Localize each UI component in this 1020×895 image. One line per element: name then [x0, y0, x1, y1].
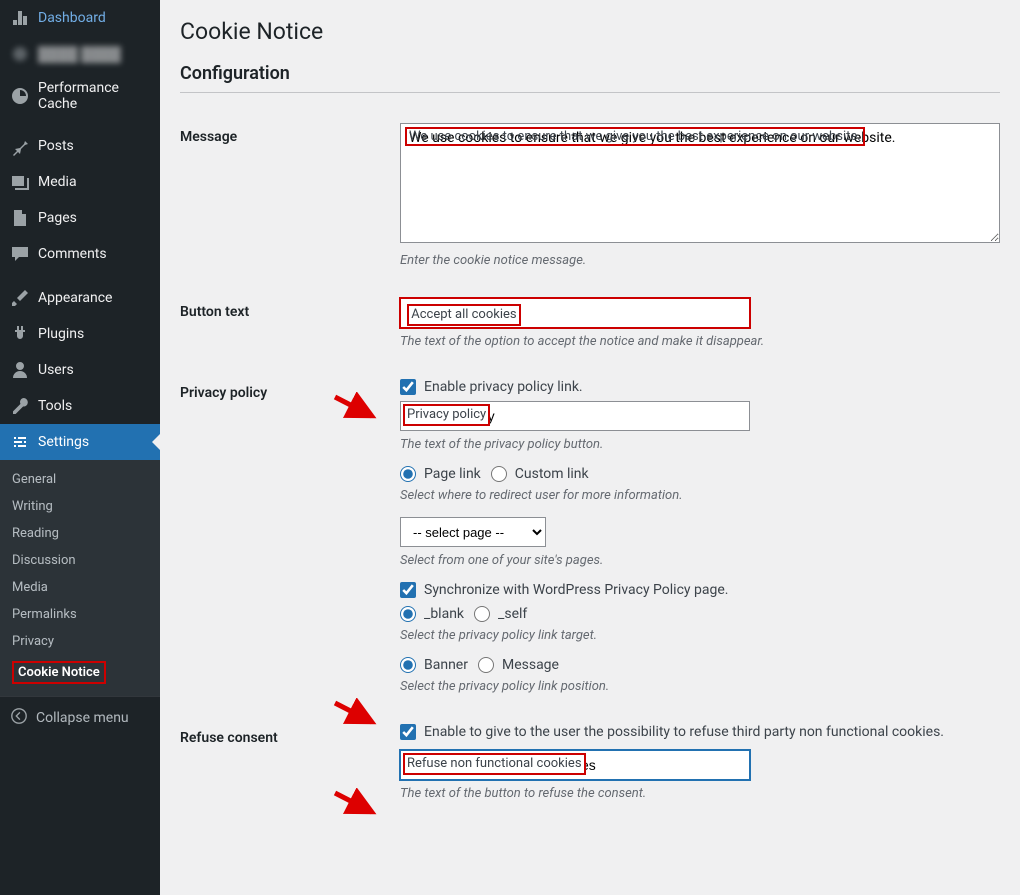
sidebar-item-tools[interactable]: Tools: [0, 388, 160, 424]
admin-sidebar: Dashboard ████ ████ Performance Cache Po…: [0, 0, 160, 895]
brush-icon: [10, 288, 30, 308]
dashboard-icon: [10, 8, 30, 28]
sidebar-item-users[interactable]: Users: [0, 352, 160, 388]
submenu-cookie-notice[interactable]: Cookie Notice: [0, 655, 160, 690]
label-message: Message: [180, 123, 400, 282]
privacy-sync-label: Synchronize with WordPress Privacy Polic…: [424, 582, 728, 598]
sidebar-item-settings[interactable]: Settings: [0, 424, 160, 460]
sidebar-label: Tools: [38, 398, 72, 414]
settings-icon: [10, 432, 30, 452]
label-button-text: Button text: [180, 298, 400, 363]
sidebar-item-appearance[interactable]: Appearance: [0, 280, 160, 316]
privacy-page-select[interactable]: -- select page --: [400, 517, 546, 547]
sidebar-item-dashboard[interactable]: Dashboard: [0, 0, 160, 36]
submenu-writing[interactable]: Writing: [0, 493, 160, 520]
sidebar-item-obscured[interactable]: ████ ████: [0, 36, 160, 72]
wrench-icon: [10, 396, 30, 416]
message-textarea[interactable]: We use cookies to ensure that we give yo…: [400, 123, 1000, 243]
row-button-text: Button text Accept all cookies The text …: [180, 298, 1000, 363]
privacy-enable-checkbox[interactable]: [400, 379, 416, 395]
highlight-button-text: Accept all cookies: [407, 304, 520, 326]
privacy-message-label: Message: [502, 657, 559, 673]
privacy-message-radio[interactable]: [478, 657, 494, 673]
sidebar-item-media[interactable]: Media: [0, 164, 160, 200]
privacy-blank-radio[interactable]: [400, 606, 416, 622]
privacy-customlink-radio[interactable]: [491, 466, 507, 482]
privacy-banner-radio[interactable]: [400, 657, 416, 673]
highlight-refuse-text: Refuse non functional cookies: [403, 753, 586, 775]
desc-button-text: The text of the option to accept the not…: [400, 334, 1000, 349]
row-refuse: Refuse consent Enable to give to the use…: [180, 724, 1000, 815]
divider: [180, 92, 1000, 93]
privacy-self-radio[interactable]: [474, 606, 490, 622]
desc-privacy-text: The text of the privacy policy button.: [400, 437, 1000, 452]
desc-select-page: Select from one of your site's pages.: [400, 553, 1000, 568]
submenu-discussion[interactable]: Discussion: [0, 547, 160, 574]
sidebar-label: Posts: [38, 138, 74, 154]
sidebar-label: Settings: [38, 434, 89, 450]
sidebar-item-pages[interactable]: Pages: [0, 200, 160, 236]
sidebar-label: Performance Cache: [38, 80, 150, 112]
sidebar-label: Appearance: [38, 290, 112, 306]
collapse-label: Collapse menu: [36, 710, 129, 726]
privacy-pagelink-label: Page link: [424, 466, 481, 482]
submenu-reading[interactable]: Reading: [0, 520, 160, 547]
sidebar-item-posts[interactable]: Posts: [0, 128, 160, 164]
comment-icon: [10, 244, 30, 264]
gauge-icon: [10, 86, 30, 106]
desc-target: Select the privacy policy link target.: [400, 628, 1000, 643]
privacy-banner-label: Banner: [424, 657, 468, 673]
desc-redirect: Select where to redirect user for more i…: [400, 488, 1000, 503]
sidebar-item-comments[interactable]: Comments: [0, 236, 160, 272]
collapse-icon: [10, 707, 28, 729]
privacy-pagelink-radio[interactable]: [400, 466, 416, 482]
sidebar-label: Plugins: [38, 326, 84, 342]
sidebar-label: ████ ████: [38, 46, 121, 63]
submenu-permalinks[interactable]: Permalinks: [0, 601, 160, 628]
sidebar-item-plugins[interactable]: Plugins: [0, 316, 160, 352]
collapse-menu[interactable]: Collapse menu: [0, 696, 160, 739]
sidebar-label: Dashboard: [38, 10, 106, 26]
sidebar-label: Media: [38, 174, 77, 190]
sidebar-item-performance[interactable]: Performance Cache: [0, 72, 160, 120]
refuse-enable-checkbox[interactable]: [400, 724, 416, 740]
privacy-customlink-label: Custom link: [515, 466, 589, 482]
privacy-blank-label: _blank: [424, 606, 464, 622]
section-title: Configuration: [180, 63, 1000, 84]
refuse-enable-label: Enable to give to the user the possibili…: [424, 724, 944, 740]
row-privacy: Privacy policy Enable privacy policy lin…: [180, 379, 1000, 708]
main-content: Cookie Notice Configuration Message We u…: [160, 0, 1020, 895]
user-icon: [10, 360, 30, 380]
media-icon: [10, 172, 30, 192]
sidebar-label: Users: [38, 362, 74, 378]
desc-refuse-text: The text of the button to refuse the con…: [400, 786, 1000, 801]
plug-icon: [10, 324, 30, 344]
submenu-general[interactable]: General: [0, 466, 160, 493]
privacy-self-label: _self: [498, 606, 527, 622]
row-message: Message We use cookies to ensure that we…: [180, 123, 1000, 282]
settings-submenu: General Writing Reading Discussion Media…: [0, 460, 160, 696]
desc-message: Enter the cookie notice message.: [400, 253, 1000, 268]
submenu-privacy[interactable]: Privacy: [0, 628, 160, 655]
label-privacy: Privacy policy: [180, 379, 400, 708]
pin-icon: [10, 136, 30, 156]
privacy-enable-label: Enable privacy policy link.: [424, 379, 583, 395]
privacy-sync-checkbox[interactable]: [400, 582, 416, 598]
sidebar-label: Pages: [38, 210, 77, 226]
page-title: Cookie Notice: [180, 18, 1000, 45]
submenu-media[interactable]: Media: [0, 574, 160, 601]
pages-icon: [10, 208, 30, 228]
highlight-privacy-text: Privacy policy: [403, 404, 490, 426]
label-refuse: Refuse consent: [180, 724, 400, 815]
desc-position: Select the privacy policy link position.: [400, 679, 1000, 694]
generic-icon: [10, 44, 30, 64]
sidebar-label: Comments: [38, 246, 107, 262]
